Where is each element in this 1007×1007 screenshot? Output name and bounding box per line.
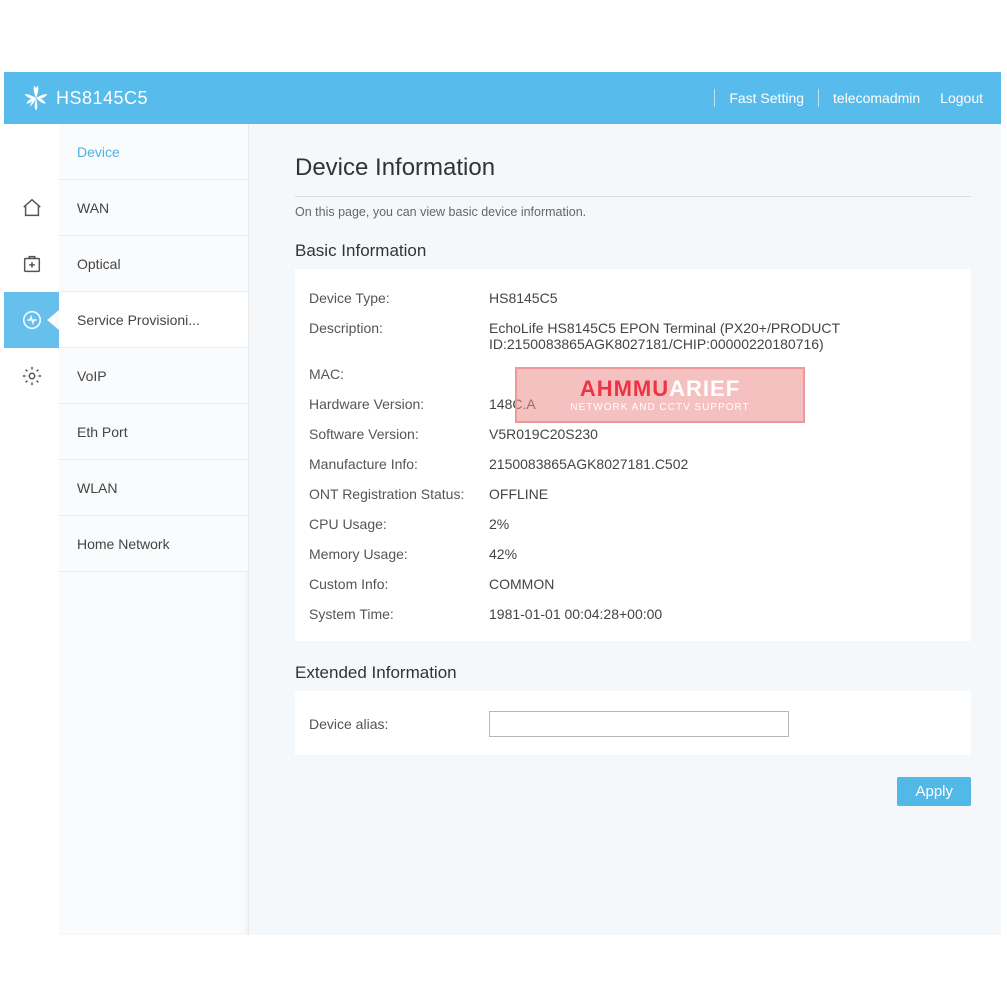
basic-info-panel: Device Type:HS8145C5 Description:EchoLif… xyxy=(295,269,971,641)
ext-info-title: Extended Information xyxy=(295,663,971,683)
row-software-version: Software Version:V5R019C20S230 xyxy=(309,419,957,449)
model-label: HS8145C5 xyxy=(56,88,148,109)
user-link[interactable]: telecomadmin xyxy=(833,90,920,106)
row-cpu-usage: CPU Usage:2% xyxy=(309,509,957,539)
row-memory-usage: Memory Usage:42% xyxy=(309,539,957,569)
page-title: Device Information xyxy=(295,154,971,182)
info-label: Memory Usage: xyxy=(309,546,489,562)
info-label: MAC: xyxy=(309,366,489,382)
sidebar: Device WAN Optical Service Provisioni...… xyxy=(59,124,249,935)
info-label: Description: xyxy=(309,320,489,336)
sidebar-item-home-network[interactable]: Home Network xyxy=(59,516,248,572)
row-system-time: System Time:1981-01-01 00:04:28+00:00 xyxy=(309,599,957,629)
sidebar-item-label: Service Provisioni... xyxy=(77,312,200,328)
sidebar-item-service-provisioning[interactable]: Service Provisioni... xyxy=(59,292,248,348)
sidebar-item-label: WLAN xyxy=(77,480,117,496)
sidebar-item-voip[interactable]: VoIP xyxy=(59,348,248,404)
device-alias-input[interactable] xyxy=(489,711,789,737)
info-value: 2% xyxy=(489,516,957,532)
sidebar-item-label: Device xyxy=(77,144,120,160)
info-label: Custom Info: xyxy=(309,576,489,592)
rail-settings-icon[interactable] xyxy=(4,348,59,404)
sidebar-item-label: Home Network xyxy=(77,536,170,552)
info-value: HS8145C5 xyxy=(489,290,957,306)
sidebar-item-optical[interactable]: Optical xyxy=(59,236,248,292)
sidebar-item-device[interactable]: Device xyxy=(59,124,248,180)
info-label: System Time: xyxy=(309,606,489,622)
device-alias-label: Device alias: xyxy=(309,716,489,732)
info-label: ONT Registration Status: xyxy=(309,486,489,502)
info-value: 148C.A xyxy=(489,396,957,412)
row-ont-status: ONT Registration Status:OFFLINE xyxy=(309,479,957,509)
logout-link[interactable]: Logout xyxy=(940,90,983,106)
info-label: Software Version: xyxy=(309,426,489,442)
header-divider xyxy=(714,89,715,107)
row-custom-info: Custom Info:COMMON xyxy=(309,569,957,599)
info-value: 1981-01-01 00:04:28+00:00 xyxy=(489,606,957,622)
info-value: V5R019C20S230 xyxy=(489,426,957,442)
main-content: Device Information On this page, you can… xyxy=(249,124,1001,935)
fast-setting-link[interactable]: Fast Setting xyxy=(729,90,804,106)
info-label: Device Type: xyxy=(309,290,489,306)
info-value: 42% xyxy=(489,546,957,562)
info-value: OFFLINE xyxy=(489,486,957,502)
basic-info-title: Basic Information xyxy=(295,241,971,261)
title-rule xyxy=(295,196,971,197)
sidebar-item-label: Optical xyxy=(77,256,121,272)
info-label: Hardware Version: xyxy=(309,396,489,412)
sidebar-item-wlan[interactable]: WLAN xyxy=(59,460,248,516)
rail-plus-icon[interactable] xyxy=(4,236,59,292)
sidebar-item-eth-port[interactable]: Eth Port xyxy=(59,404,248,460)
info-value: COMMON xyxy=(489,576,957,592)
info-label: CPU Usage: xyxy=(309,516,489,532)
apply-button[interactable]: Apply xyxy=(897,777,971,806)
sidebar-item-wan[interactable]: WAN xyxy=(59,180,248,236)
huawei-logo-icon xyxy=(22,84,50,112)
sidebar-item-label: VoIP xyxy=(77,368,107,384)
row-device-type: Device Type:HS8145C5 xyxy=(309,283,957,313)
row-manufacture-info: Manufacture Info:2150083865AGK8027181.C5… xyxy=(309,449,957,479)
page-desc: On this page, you can view basic device … xyxy=(295,205,971,219)
header-divider xyxy=(818,89,819,107)
row-hardware-version: Hardware Version:148C.A xyxy=(309,389,957,419)
info-label: Manufacture Info: xyxy=(309,456,489,472)
icon-rail xyxy=(4,124,59,404)
rail-home-icon[interactable] xyxy=(4,180,59,236)
app-header: HS8145C5 Fast Setting telecomadmin Logou… xyxy=(4,72,1001,124)
info-value: 2150083865AGK8027181.C502 xyxy=(489,456,957,472)
info-value: EchoLife HS8145C5 EPON Terminal (PX20+/P… xyxy=(489,320,957,352)
row-description: Description:EchoLife HS8145C5 EPON Termi… xyxy=(309,313,957,359)
sidebar-item-label: WAN xyxy=(77,200,109,216)
row-mac: MAC: xyxy=(309,359,957,389)
sidebar-item-label: Eth Port xyxy=(77,424,128,440)
ext-info-panel: Device alias: xyxy=(295,691,971,755)
